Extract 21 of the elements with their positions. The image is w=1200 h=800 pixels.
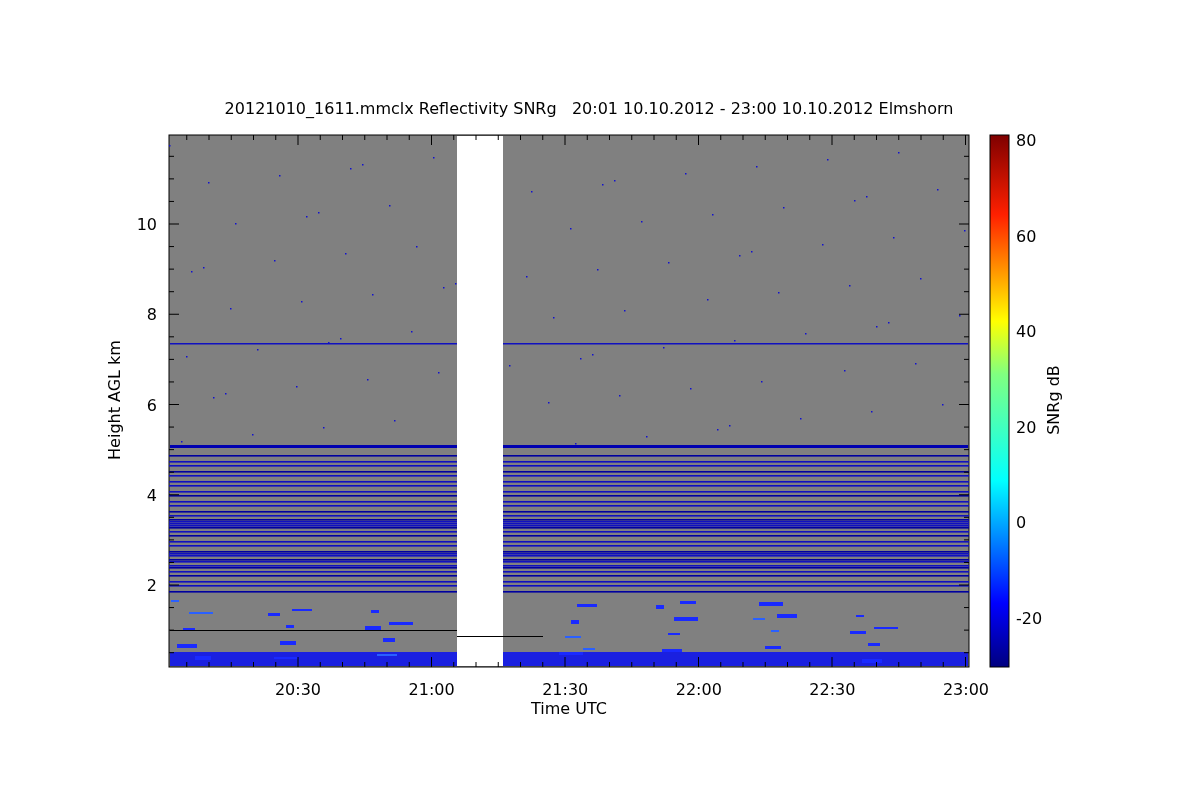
axis-tick-label: 6 (146, 395, 157, 415)
axis-tick-label: 22:00 (675, 680, 722, 699)
colorbar-tick-label: 80 (1016, 131, 1037, 150)
chart-title: 20121010_1611.mmclx Reflectivity SNRg 20:01 10.10.2012 - 23:00 10.10.2012 Elmshorn (224, 99, 954, 118)
axis-title: Time UTC (531, 699, 607, 718)
colorbar-tick-label: -20 (1016, 609, 1043, 628)
axis-tick-label: 22:30 (809, 680, 856, 699)
axis-title: Height AGL km (105, 340, 124, 460)
axis-tick-label: 4 (146, 485, 157, 505)
axis-tick-label: 20:30 (274, 680, 322, 699)
axis-tick-label: 23:00 (942, 680, 990, 699)
axis-tick-label: 21:30 (542, 680, 589, 699)
colorbar-tick-label: 40 (1016, 322, 1037, 342)
axis-tick-label: 21:00 (408, 680, 455, 699)
colorbar-title: SNRg dB (1044, 365, 1063, 435)
colorbar-tick-label: 20 (1016, 417, 1037, 437)
colorbar-tick-label: 60 (1016, 226, 1037, 246)
colorbar-tick-label: 0 (1016, 513, 1027, 533)
axis-tick-label: 8 (146, 305, 157, 325)
axis-tick-label: 10 (136, 215, 157, 234)
axis-tick-label: 2 (146, 576, 157, 595)
